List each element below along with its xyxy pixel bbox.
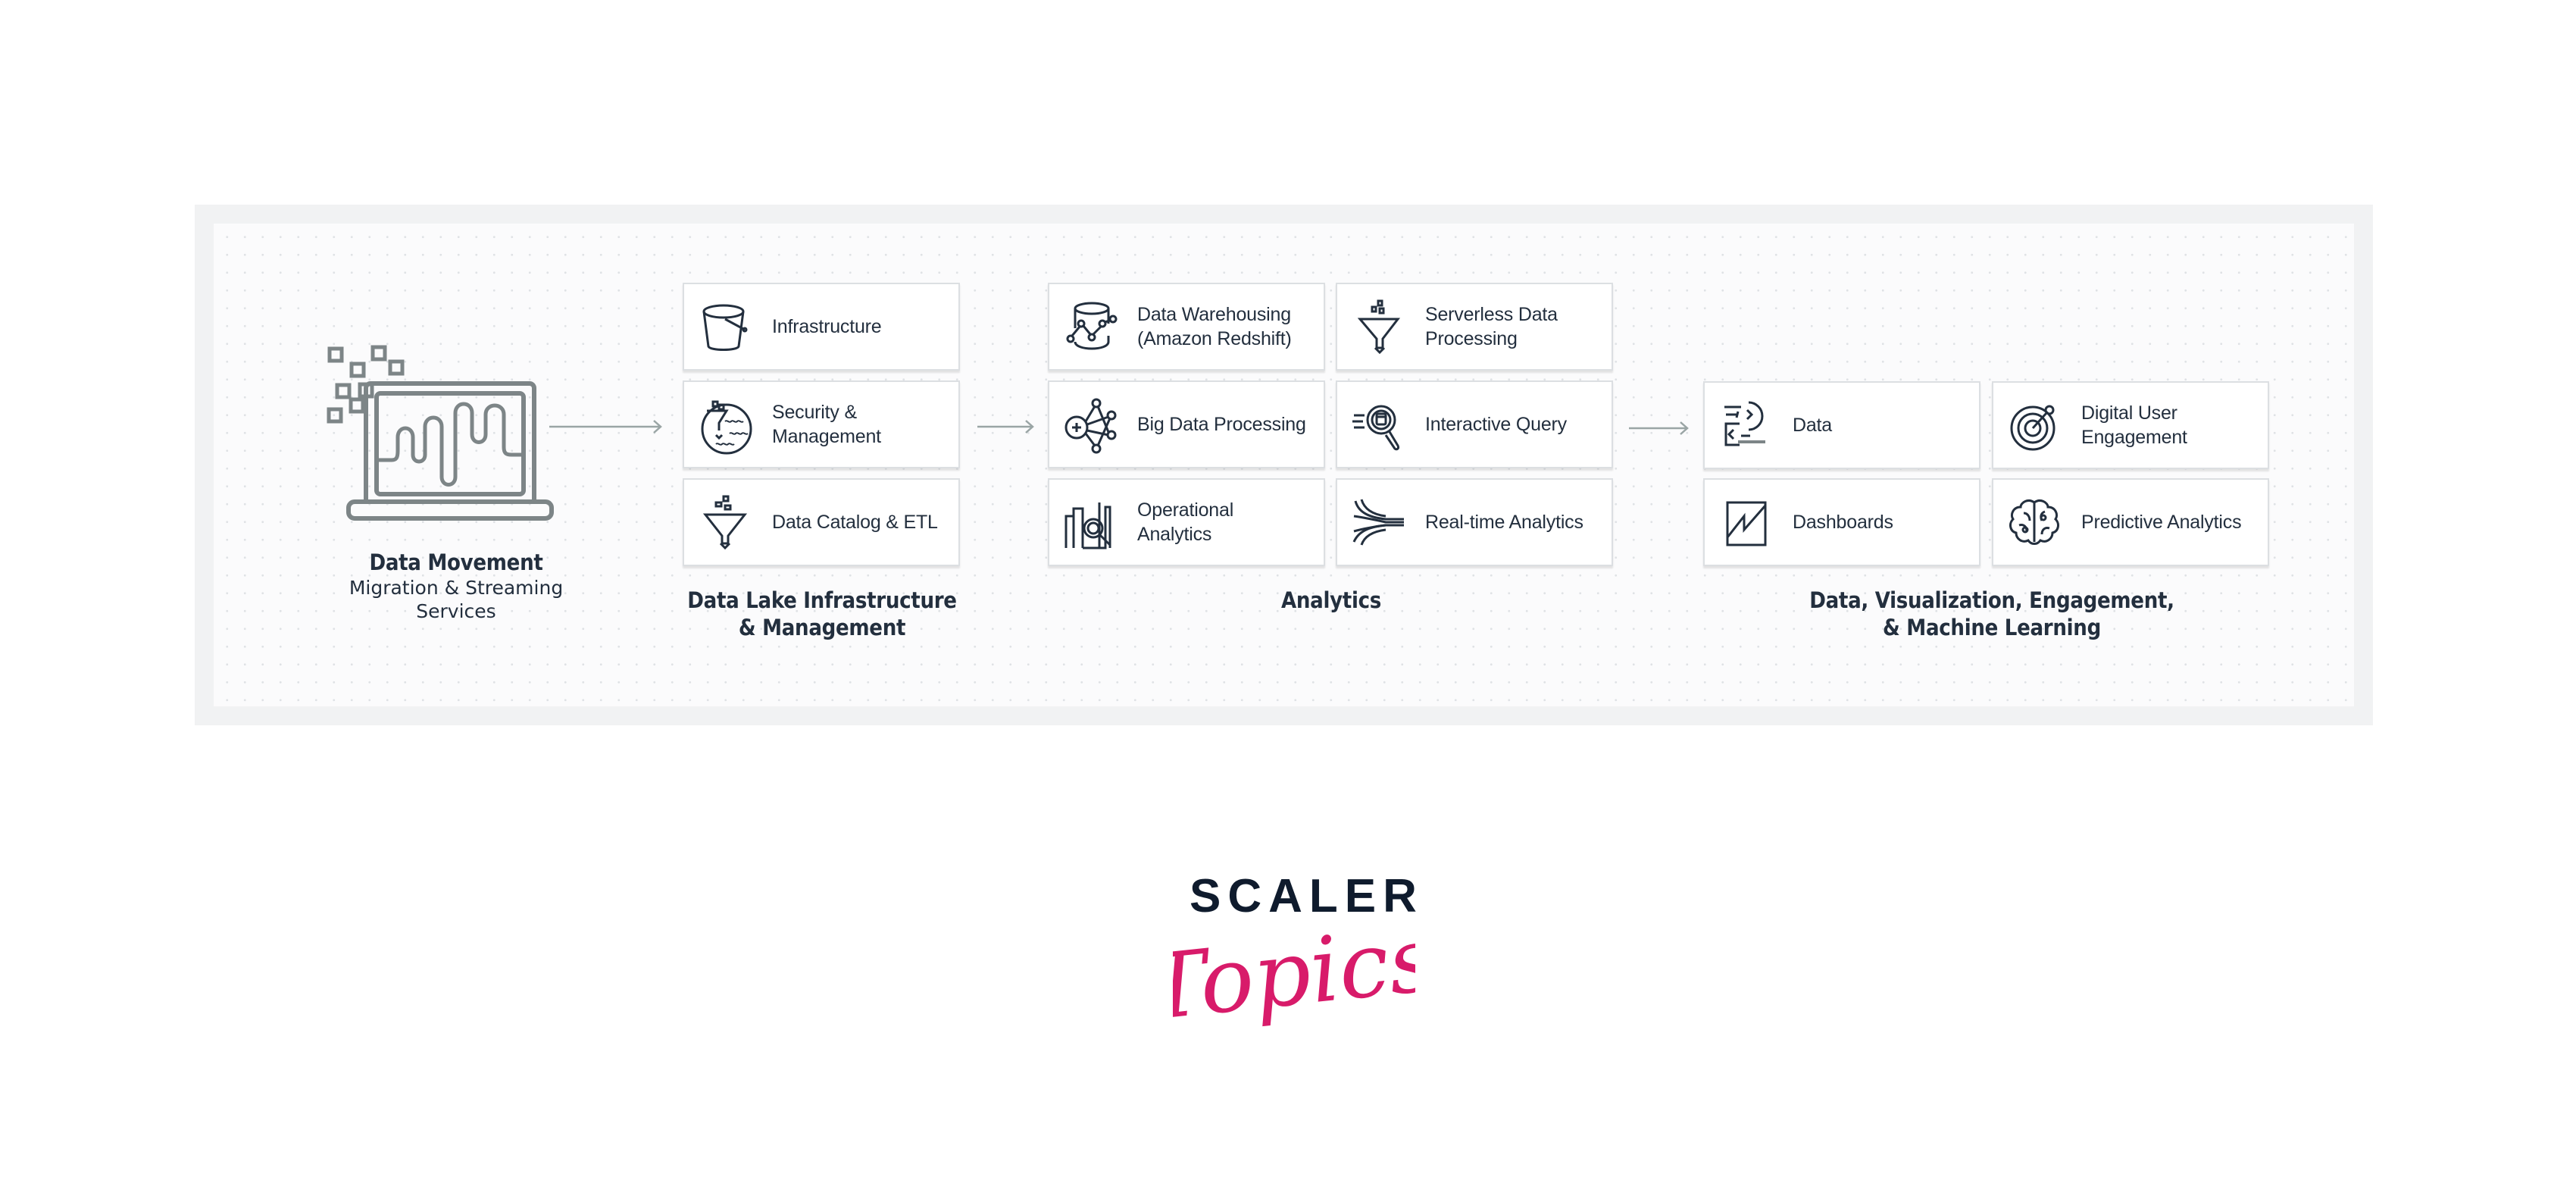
- data-movement-subtitle: Migration & Streaming Services: [349, 577, 564, 622]
- card-real-time-analytics[interactable]: Real-time Analytics: [1336, 478, 1613, 566]
- card-label: Dashboards: [1793, 512, 1893, 533]
- card-data-warehousing[interactable]: Data Warehousing (Amazon Redshift): [1048, 283, 1325, 371]
- building-search-icon: [1063, 495, 1121, 553]
- security-filter-icon: [698, 397, 755, 455]
- funnel-icon: [1351, 299, 1408, 357]
- data-lake-caption: Data Lake Infrastructure & Management: [687, 587, 957, 640]
- card-interactive-query[interactable]: Interactive Query: [1336, 380, 1613, 468]
- card-security-management[interactable]: Security & Management: [683, 380, 960, 468]
- card-label: Digital User Engagement: [2081, 402, 2187, 448]
- card-data-catalog-etl[interactable]: Data Catalog & ETL: [683, 478, 960, 566]
- analytics-caption: Analytics: [1280, 587, 1382, 613]
- card-label: Infrastructure: [772, 316, 882, 337]
- flow-arrow-3: [1629, 421, 1691, 436]
- card-label: Security & Management: [772, 402, 881, 447]
- card-infrastructure[interactable]: Infrastructure: [683, 283, 960, 371]
- card-operational-analytics[interactable]: Operational Analytics: [1048, 478, 1325, 566]
- code-data-icon: [1718, 398, 1776, 455]
- card-label: Predictive Analytics: [2081, 512, 2242, 533]
- network-nodes-icon: [1063, 397, 1121, 455]
- card-serverless-data-processing[interactable]: Serverless Data Processing: [1336, 283, 1613, 371]
- card-label: Operational Analytics: [1137, 499, 1234, 545]
- card-label: Data Catalog & ETL: [772, 512, 938, 533]
- database-graph-icon: [1063, 299, 1121, 357]
- card-label: Data Warehousing (Amazon Redshift): [1137, 304, 1292, 349]
- card-label: Big Data Processing: [1137, 414, 1306, 435]
- card-label: Interactive Query: [1425, 414, 1567, 435]
- logo-topics-script: Topics: [1173, 913, 1415, 1041]
- funnel-icon: [698, 495, 755, 553]
- target-icon: [2007, 398, 2065, 455]
- card-predictive-analytics[interactable]: Predictive Analytics: [1992, 478, 2269, 566]
- card-label: Data: [1793, 415, 1833, 436]
- card-data[interactable]: Data: [1703, 381, 1980, 469]
- stream-lines-icon: [1351, 495, 1408, 553]
- card-label: Real-time Analytics: [1425, 512, 1583, 533]
- logo-topics-text: Topics: [1173, 913, 1415, 1041]
- magnifier-query-icon: [1351, 397, 1408, 455]
- card-dashboards[interactable]: Dashboards: [1703, 478, 1980, 566]
- bucket-icon: [698, 299, 755, 357]
- card-digital-user-engagement[interactable]: Digital User Engagement: [1992, 381, 2269, 469]
- visualization-ml-caption: Data, Visualization, Engagement, & Machi…: [1809, 587, 2174, 640]
- flow-arrow-2: [977, 419, 1036, 434]
- laptop-waveform-icon: [327, 345, 554, 521]
- card-big-data-processing[interactable]: Big Data Processing: [1048, 380, 1325, 468]
- card-label: Serverless Data Processing: [1425, 304, 1558, 349]
- data-movement-title: Data Movement: [369, 549, 543, 575]
- flow-arrow-1: [549, 419, 664, 434]
- chart-line-icon: [1718, 495, 1776, 553]
- brain-icon: [2007, 495, 2065, 553]
